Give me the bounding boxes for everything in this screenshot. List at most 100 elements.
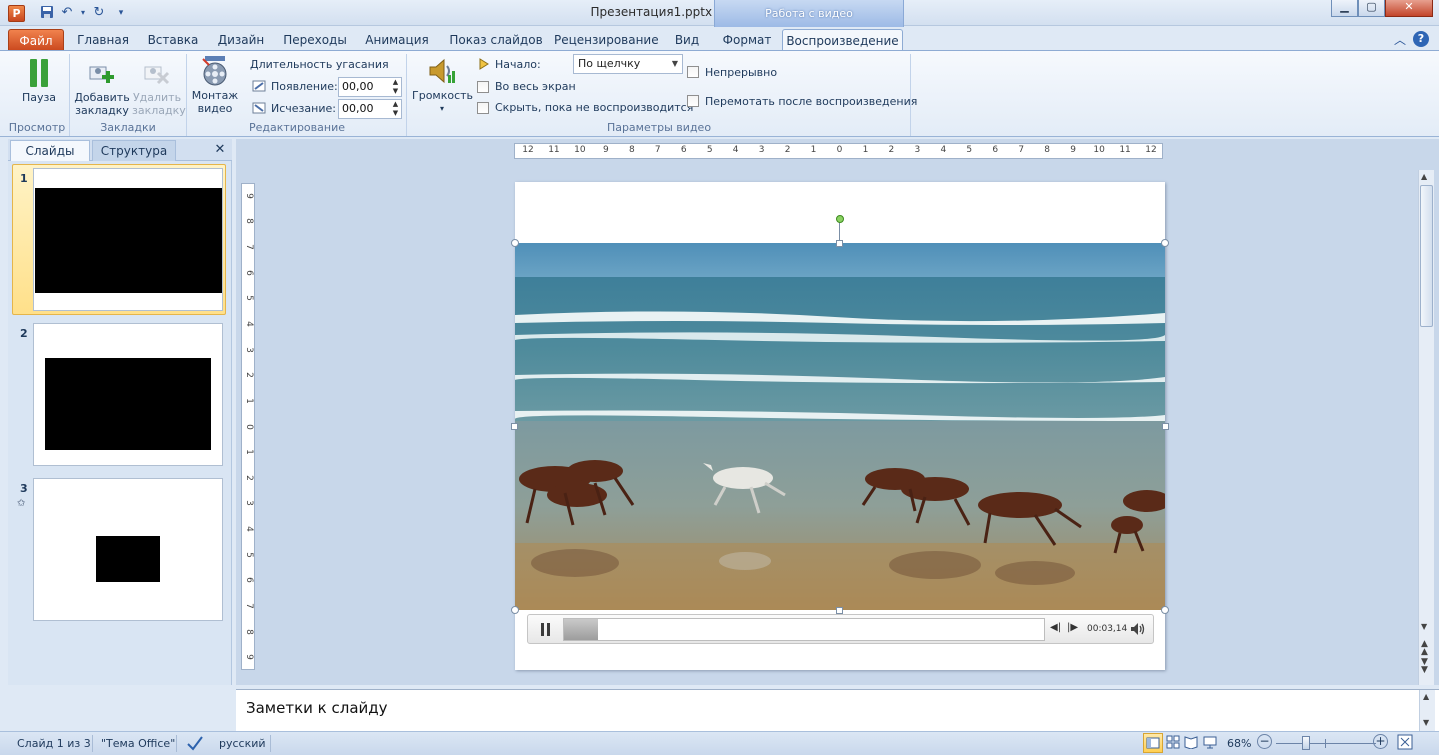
resize-handle-bottom-left[interactable] <box>511 606 519 614</box>
video-frame[interactable] <box>515 243 1165 610</box>
group-separator <box>406 54 407 136</box>
ruler-tick-label: 5 <box>966 145 973 155</box>
notes-pane[interactable]: Заметки к слайду ▲ ▼ <box>236 689 1439 732</box>
ruler-tick-label: 8 <box>1044 145 1051 155</box>
ruler-tick-label: 11 <box>1119 145 1131 155</box>
ruler-tick-label: 10 <box>1093 145 1105 155</box>
resize-handle-bottom-right[interactable] <box>1161 606 1169 614</box>
tab-view[interactable]: Вид <box>668 29 706 51</box>
start-value: По щелчку <box>578 57 641 70</box>
ruler-tick-label: 1 <box>244 397 254 404</box>
reading-view-icon[interactable] <box>1184 735 1198 750</box>
fade-out-spinner[interactable]: 00,00 ▲ ▼ <box>338 99 402 119</box>
slides-pane: Слайды Структура ✕ 1 2 3 ✩ <box>8 139 232 685</box>
tab-slides[interactable]: Слайды <box>10 140 90 161</box>
help-icon[interactable]: ? <box>1413 31 1429 47</box>
fit-to-window-icon[interactable] <box>1397 734 1413 750</box>
tab-transitions[interactable]: Переходы <box>280 29 350 51</box>
previous-slide-icon[interactable]: ▲ ▲ <box>1421 640 1428 657</box>
tab-review[interactable]: Рецензирование <box>554 29 659 51</box>
minimize-button[interactable]: ▁ <box>1331 0 1358 17</box>
skip-back-icon[interactable]: ◀| <box>1050 622 1061 633</box>
fade-in-spinner[interactable]: 00,00 ▲ ▼ <box>338 77 402 97</box>
fullscreen-label: Во весь экран <box>495 80 576 93</box>
vertical-scrollbar[interactable]: ▲ ▼ ▲ ▲ ▼ ▼ <box>1418 170 1434 685</box>
rewind-label: Перемотать после воспроизведения <box>705 95 918 108</box>
theme-name[interactable]: "Тема Office" <box>101 737 175 750</box>
tab-insert[interactable]: Вставка <box>142 29 204 51</box>
horizontal-ruler: 12 11 10 9 8 7 6 5 4 3 2 1 0 1 2 3 4 5 6 7 8 9 10 11 12 <box>514 143 1163 159</box>
next-slide-icon[interactable]: ▼ ▼ <box>1421 658 1428 675</box>
slide-thumbnail-3[interactable] <box>33 478 223 621</box>
scroll-down-icon[interactable]: ▼ <box>1423 718 1429 727</box>
tab-file[interactable]: Файл <box>8 29 64 51</box>
ruler-tick-label: 2 <box>244 474 254 481</box>
spinner-arrows-icon[interactable]: ▲ ▼ <box>390 78 401 96</box>
skip-forward-icon[interactable]: |▶ <box>1067 622 1078 633</box>
pause-button[interactable]: Пауза <box>14 57 64 104</box>
scroll-up-icon[interactable]: ▲ <box>1421 172 1427 181</box>
ruler-tick-label: 9 <box>602 145 609 155</box>
start-label: Начало: <box>495 58 541 71</box>
ruler-tick-label: 3 <box>244 500 254 507</box>
close-button[interactable]: ✕ <box>1385 0 1433 17</box>
start-dropdown[interactable]: По щелчку ▼ <box>573 54 683 74</box>
spelling-check-icon[interactable] <box>186 734 204 752</box>
volume-button[interactable]: Громкость ▾ <box>412 55 473 115</box>
remove-bookmark-label-1: Удалить <box>132 91 182 104</box>
remove-bookmark-button[interactable]: Удалить закладку <box>132 61 186 117</box>
hide-checkbox[interactable] <box>477 102 489 114</box>
zoom-level[interactable]: 68% <box>1227 737 1251 750</box>
tab-animation[interactable]: Анимация <box>360 29 434 51</box>
tab-format[interactable]: Формат <box>718 29 776 51</box>
resize-handle-right[interactable] <box>1162 423 1169 430</box>
tab-design[interactable]: Дизайн <box>212 29 270 51</box>
status-separator <box>176 735 177 752</box>
seek-bar[interactable] <box>563 618 1045 641</box>
ruler-tick-label: 9 <box>244 192 254 199</box>
minimize-ribbon-icon[interactable]: ︿ <box>1394 31 1406 48</box>
slideshow-view-icon[interactable] <box>1203 735 1217 749</box>
resize-handle-left[interactable] <box>511 423 518 430</box>
ruler-tick-label: 7 <box>1018 145 1025 155</box>
chevron-down-icon: ▼ <box>671 59 678 68</box>
tab-slideshow[interactable]: Показ слайдов <box>446 29 546 51</box>
normal-view-icon[interactable] <box>1143 733 1163 753</box>
fullscreen-checkbox[interactable] <box>477 81 489 93</box>
tab-home[interactable]: Главная <box>74 29 132 51</box>
maximize-button[interactable]: ▢ <box>1358 0 1385 17</box>
resize-handle-top-left[interactable] <box>511 239 519 247</box>
volume-dropdown-icon: ▾ <box>439 104 444 113</box>
resize-handle-top-right[interactable] <box>1161 239 1169 247</box>
scroll-up-icon[interactable]: ▲ <box>1423 692 1429 701</box>
volume-icon[interactable] <box>1130 621 1146 637</box>
rewind-checkbox[interactable] <box>687 95 699 107</box>
ruler-tick-label: 3 <box>914 145 921 155</box>
pause-icon[interactable] <box>540 623 552 636</box>
spinner-arrows-icon[interactable]: ▲ ▼ <box>390 100 401 118</box>
notes-scrollbar[interactable]: ▲ ▼ <box>1419 690 1435 732</box>
ruler-tick-label: 4 <box>244 321 254 327</box>
zoom-in-icon[interactable]: + <box>1373 734 1388 749</box>
language-indicator[interactable]: русский <box>219 737 266 750</box>
slide-sorter-icon[interactable] <box>1166 735 1180 749</box>
resize-handle-top[interactable] <box>836 240 843 247</box>
ruler-tick-label: 5 <box>244 551 254 558</box>
tab-outline[interactable]: Структура <box>92 140 176 161</box>
slide-thumbnail-2[interactable] <box>33 323 223 466</box>
zoom-slider-track[interactable] <box>1276 743 1376 744</box>
loop-checkbox[interactable] <box>687 66 699 78</box>
ruler-tick-label: 9 <box>1070 145 1076 155</box>
rotation-handle[interactable] <box>836 215 844 223</box>
resize-handle-bottom[interactable] <box>836 607 843 614</box>
zoom-slider-thumb[interactable] <box>1302 736 1310 750</box>
scroll-thumb[interactable] <box>1420 185 1433 327</box>
animation-star-icon: ✩ <box>17 498 26 509</box>
slide-indicator[interactable]: Слайд 1 из 3 <box>17 737 91 750</box>
add-bookmark-button[interactable]: Добавить закладку <box>74 61 130 117</box>
close-pane-icon[interactable]: ✕ <box>212 140 228 161</box>
scroll-down-icon[interactable]: ▼ <box>1421 622 1427 631</box>
zoom-out-icon[interactable]: − <box>1257 734 1272 749</box>
slide-thumbnail-1[interactable] <box>33 168 223 311</box>
trim-video-button[interactable]: Монтаж видео <box>190 55 240 115</box>
